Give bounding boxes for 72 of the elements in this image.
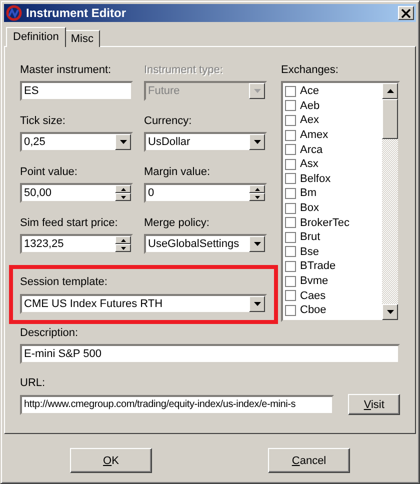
list-item[interactable]: Arca — [300, 144, 323, 156]
scroll-up-icon[interactable] — [382, 83, 398, 99]
spin-field[interactable]: 0 — [144, 183, 267, 203]
spin-up-icon[interactable] — [249, 185, 265, 193]
field-label: Master instrument: — [20, 63, 112, 77]
spin-up-icon[interactable] — [115, 236, 131, 244]
field-label: Exchanges: — [281, 63, 340, 77]
field-label: Tick size: — [20, 114, 66, 128]
checkbox[interactable] — [285, 232, 296, 243]
checkbox[interactable] — [285, 158, 296, 170]
checkbox[interactable] — [285, 260, 296, 272]
spin-field[interactable]: 1323,25 — [20, 234, 133, 254]
field-label: Margin value: — [144, 165, 212, 179]
field-label: Sim feed start price: — [20, 216, 119, 230]
tab[interactable]: Definition — [6, 27, 66, 47]
scroll-thumb[interactable] — [382, 99, 398, 139]
field-label: Instrument type: — [144, 63, 224, 77]
list-item[interactable]: Aex — [300, 114, 319, 126]
list-item[interactable]: Aeb — [300, 100, 320, 112]
checkbox[interactable] — [285, 130, 296, 141]
visit-button[interactable]: Visit — [348, 394, 400, 415]
list-item[interactable]: Asx — [300, 158, 318, 170]
dropdown[interactable]: 0,25 — [20, 132, 133, 152]
checkbox[interactable] — [285, 304, 296, 316]
checkbox[interactable] — [285, 86, 296, 97]
field-label: URL: — [20, 376, 46, 390]
list-item[interactable]: Bse — [300, 246, 319, 258]
field-label: Session template: — [20, 275, 108, 289]
scrollbar[interactable] — [382, 83, 398, 320]
dialog-button[interactable]: Cancel — [268, 448, 350, 473]
checkbox[interactable] — [285, 173, 296, 184]
spin-down-icon[interactable] — [115, 244, 131, 252]
dropdown[interactable]: CME US Index Futures RTH — [20, 294, 267, 314]
list-item[interactable]: Caes — [300, 290, 326, 302]
list-item[interactable]: Box — [300, 202, 319, 214]
spin-field[interactable]: 50,00 — [20, 183, 133, 203]
checkbox[interactable] — [285, 246, 296, 258]
field-label: Description: — [20, 326, 80, 340]
input-field[interactable]: http://www.cmegroup.com/trading/equity-index/us-index/e-mini-s — [20, 394, 334, 414]
checkbox[interactable] — [285, 276, 296, 287]
dialog-button[interactable]: OK — [70, 448, 152, 473]
input-field[interactable]: ES — [20, 81, 133, 101]
spin-up-icon[interactable] — [115, 185, 131, 193]
spin-down-icon[interactable] — [249, 193, 265, 201]
app-logo-icon — [6, 5, 22, 21]
tab[interactable]: Misc — [64, 30, 100, 47]
dropdown[interactable]: UsDollar — [144, 132, 267, 152]
checkbox[interactable] — [285, 217, 296, 228]
field-label: Merge policy: — [144, 216, 210, 230]
window-title: Instrument Editor — [26, 6, 128, 20]
checkbox[interactable] — [285, 100, 296, 112]
field-label: Currency: — [144, 114, 193, 128]
field-label: Point value: — [20, 165, 78, 179]
list-item[interactable]: Brut — [300, 231, 320, 244]
list-item[interactable]: Bm — [300, 187, 316, 200]
input-field[interactable]: E-mini S&P 500 — [20, 344, 400, 364]
checkbox[interactable] — [285, 144, 296, 156]
list-item[interactable]: Ace — [300, 85, 319, 98]
list-item[interactable]: BTrade — [300, 260, 336, 272]
list-item[interactable]: Belfox — [300, 172, 331, 185]
list-item[interactable]: Amex — [300, 129, 328, 142]
list-item[interactable]: Bvme — [300, 275, 328, 288]
scroll-down-icon[interactable] — [382, 304, 398, 320]
checkbox[interactable] — [285, 114, 296, 126]
close-button[interactable] — [398, 6, 414, 20]
list-item[interactable]: BrokerTec — [300, 216, 350, 229]
list-item[interactable]: Cboe — [300, 304, 326, 316]
dropdown[interactable]: UseGlobalSettings — [144, 234, 267, 254]
spin-down-icon[interactable] — [115, 193, 131, 201]
checkbox[interactable] — [285, 290, 296, 302]
checkbox[interactable] — [285, 202, 296, 214]
checkbox[interactable] — [285, 188, 296, 199]
